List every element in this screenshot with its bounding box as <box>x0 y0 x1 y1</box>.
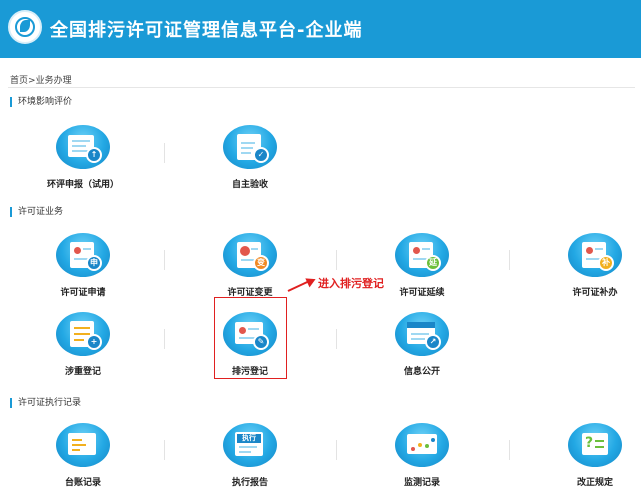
tile-label: 环评申报（试用） <box>46 180 119 190</box>
monitoring-record-icon <box>395 423 449 467</box>
correction-rule-icon: ? <box>568 423 622 467</box>
tile-label: 监测记录 <box>403 478 440 488</box>
tile-divider <box>164 329 165 349</box>
tile-license-apply[interactable]: 申 许可证申请 <box>35 233 131 298</box>
breadcrumb-divider <box>8 87 635 88</box>
section-title-license: 许可证业务 <box>10 207 63 217</box>
tile-license-extend[interactable]: 延 许可证延续 <box>374 233 470 298</box>
tile-divider <box>336 250 337 270</box>
app-header: 全国排污许可证管理信息平台-企业端 <box>0 0 641 58</box>
license-extend-icon: 延 <box>395 233 449 277</box>
license-apply-icon: 申 <box>56 233 110 277</box>
tile-label: 许可证补办 <box>572 288 618 298</box>
tile-execution-report[interactable]: 执行 执行报告 <box>202 423 298 488</box>
acceptance-check-icon: ✓ <box>223 125 277 169</box>
tile-label: 执行报告 <box>231 478 268 488</box>
tile-divider <box>336 329 337 349</box>
news-publish-icon: ↗ <box>395 312 449 356</box>
tile-divider <box>164 143 165 163</box>
breadcrumb-separator: > <box>28 76 36 86</box>
breadcrumb: 首页>业务办理 <box>10 73 72 86</box>
tile-license-change[interactable]: 变 许可证变更 <box>202 233 298 298</box>
tile-label: 许可证申请 <box>60 288 106 298</box>
tile-divider <box>164 250 165 270</box>
breadcrumb-current: 业务办理 <box>35 76 72 86</box>
tile-monitoring-record[interactable]: 监测记录 <box>374 423 470 488</box>
report-upload-icon: ↑ <box>56 125 110 169</box>
tile-license-reissue[interactable]: 补 许可证补办 <box>547 233 641 298</box>
tile-correction-rule[interactable]: ? 改正规定 <box>547 423 641 488</box>
license-change-icon: 变 <box>223 233 277 277</box>
tile-label: 自主验收 <box>231 180 268 190</box>
tile-ledger-record[interactable]: 台账记录 <box>35 423 131 488</box>
arrow-head-icon <box>305 274 318 288</box>
tile-divider <box>164 440 165 460</box>
tile-self-acceptance[interactable]: ✓ 自主验收 <box>202 125 298 190</box>
tile-label: 许可证延续 <box>399 288 445 298</box>
tile-divider <box>336 440 337 460</box>
license-reissue-icon: 补 <box>568 233 622 277</box>
tile-label: 改正规定 <box>576 478 613 488</box>
app-title: 全国排污许可证管理信息平台-企业端 <box>50 20 363 41</box>
section-title-eia: 环境影响评价 <box>10 97 72 107</box>
tile-label: 台账记录 <box>64 478 101 488</box>
breadcrumb-home[interactable]: 首页 <box>10 76 28 86</box>
annotation-text: 进入排污登记 <box>318 277 384 290</box>
tile-label: 信息公开 <box>403 367 440 377</box>
highlight-box <box>214 297 287 379</box>
eco-logo-icon <box>8 10 42 44</box>
tile-info-disclosure[interactable]: ↗ 信息公开 <box>374 312 470 377</box>
ledger-record-icon <box>56 423 110 467</box>
tile-label: 涉重登记 <box>64 367 101 377</box>
tile-heavy-metal-register[interactable]: + 涉重登记 <box>35 312 131 377</box>
execution-report-icon: 执行 <box>223 423 277 467</box>
section-title-execution: 许可证执行记录 <box>10 398 81 408</box>
heavy-metal-register-icon: + <box>56 312 110 356</box>
tile-eia-report[interactable]: ↑ 环评申报（试用） <box>35 125 131 190</box>
tile-divider <box>509 440 510 460</box>
tile-divider <box>509 250 510 270</box>
